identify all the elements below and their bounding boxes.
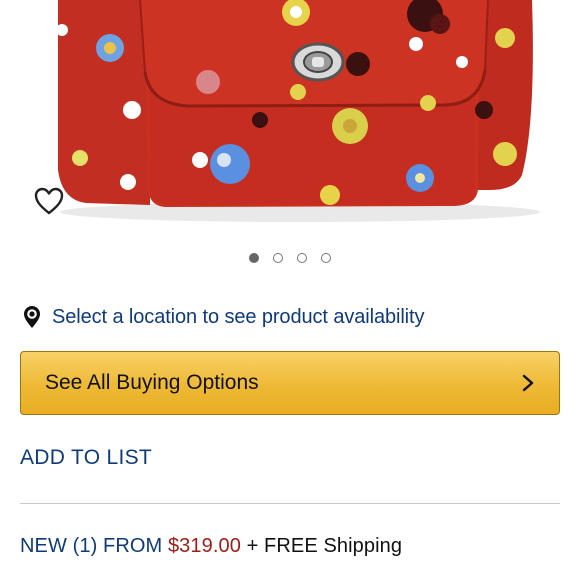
see-all-buying-options-button[interactable]: See All Buying Options (20, 351, 560, 415)
product-image[interactable] (0, 0, 580, 235)
wishlist-heart-button[interactable] (30, 182, 68, 220)
new-offer-summary[interactable]: NEW (1) FROM $319.00 + FREE Shipping (20, 535, 402, 558)
chevron-right-icon (522, 374, 534, 392)
carousel-dot-1[interactable] (249, 253, 259, 263)
location-selector[interactable]: Select a location to see product availab… (20, 302, 424, 332)
location-pin-icon (24, 306, 40, 328)
location-prompt-text[interactable]: Select a location to see product availab… (52, 306, 424, 329)
offer-price: $319.00 (167, 535, 241, 557)
add-to-list-link[interactable]: ADD TO LIST (20, 446, 152, 470)
buying-options-label: See All Buying Options (45, 371, 259, 394)
carousel-dot-4[interactable] (321, 253, 331, 263)
offer-prefix: NEW (1) FROM (20, 535, 168, 557)
carousel-dot-3[interactable] (297, 253, 307, 263)
offer-shipping: + FREE Shipping (240, 535, 403, 557)
heart-icon (34, 187, 64, 215)
carousel-dot-2[interactable] (273, 253, 283, 263)
image-carousel-dots (0, 253, 580, 267)
divider (20, 503, 560, 504)
